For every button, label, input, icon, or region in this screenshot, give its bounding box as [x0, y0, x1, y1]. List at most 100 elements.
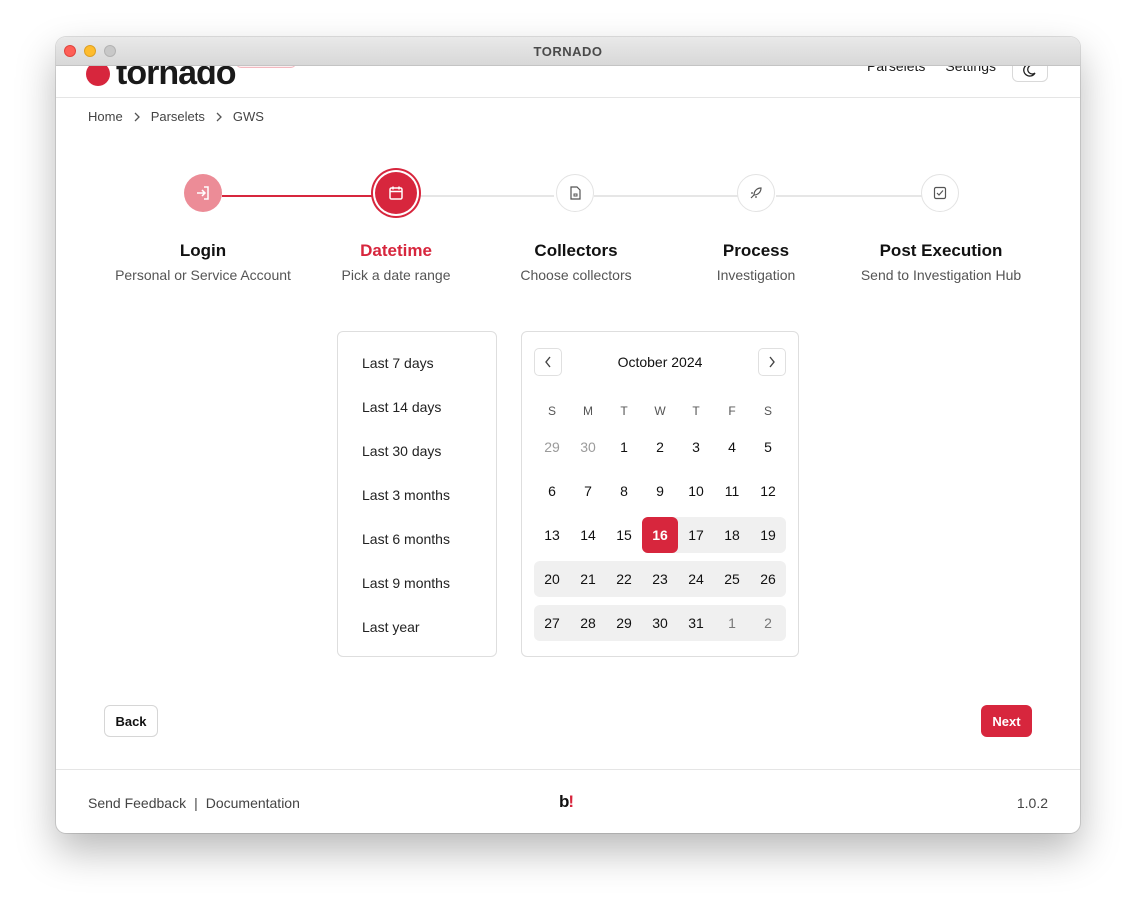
login-icon — [197, 186, 209, 200]
footer-logo-letter: b — [559, 792, 569, 811]
next-button[interactable]: Next — [981, 705, 1032, 737]
calendar-day[interactable]: 17 — [678, 517, 714, 553]
calendar-day[interactable]: 7 — [570, 473, 606, 509]
step-login-indicator[interactable] — [184, 174, 222, 212]
tornado-logo[interactable]: tornado — [86, 66, 237, 93]
calendar-day[interactable]: 25 — [714, 561, 750, 597]
step-collectors-indicator[interactable] — [556, 174, 594, 212]
logo-text: tornado — [116, 66, 237, 92]
calendar-day[interactable]: 21 — [570, 561, 606, 597]
step-title: Login — [179, 241, 227, 260]
calendar-day[interactable]: 15 — [606, 517, 642, 553]
calendar-icon — [389, 186, 403, 200]
calendar-day[interactable]: 12 — [750, 473, 786, 509]
calendar-day[interactable]: 14 — [570, 517, 606, 553]
app-version: 1.0.2 — [1016, 795, 1048, 811]
weekday-header: S M T W T F S — [534, 404, 786, 418]
breadcrumb-gws[interactable]: GWS — [233, 109, 264, 124]
preset-last-30-days[interactable]: Last 30 days — [362, 443, 441, 459]
calendar-day[interactable]: 2 — [642, 429, 678, 465]
calendar-day[interactable]: 10 — [678, 473, 714, 509]
calendar-week: 27 28 29 30 31 1 2 — [534, 605, 786, 641]
preset-last-14-days[interactable]: Last 14 days — [362, 399, 441, 415]
step-login: Login Personal or Service Account — [93, 241, 313, 283]
weekday-label: T — [692, 404, 700, 418]
documentation-link[interactable]: Documentation — [206, 795, 300, 811]
calendar-day[interactable]: 1 — [606, 429, 642, 465]
calendar-day[interactable]: 30 — [642, 605, 678, 641]
nav-parselets[interactable]: Parselets — [867, 66, 925, 74]
step-subtitle: Send to Investigation Hub — [860, 267, 1022, 283]
date-range-presets: Last 7 days Last 14 days Last 30 days La… — [337, 331, 497, 657]
title-bar: TORNADO — [56, 37, 1080, 66]
calendar-day[interactable]: 1 — [714, 605, 750, 641]
weekday-label: W — [654, 404, 666, 418]
app-window: TORNADO tornado Parselets Settings Home … — [56, 37, 1080, 833]
calendar-week: 6 7 8 9 10 11 12 — [534, 473, 786, 509]
step-process-indicator[interactable] — [737, 174, 775, 212]
chevron-right-icon — [133, 112, 141, 122]
weekday-label: F — [728, 404, 736, 418]
calendar-day[interactable]: 6 — [534, 473, 570, 509]
calendar-day[interactable]: 29 — [534, 429, 570, 465]
calendar-day[interactable]: 11 — [714, 473, 750, 509]
next-month-button[interactable] — [758, 348, 786, 376]
breadcrumb-parselets[interactable]: Parselets — [151, 109, 205, 124]
weekday-label: S — [547, 404, 556, 418]
calendar-day[interactable]: 4 — [714, 429, 750, 465]
calendar-day[interactable]: 29 — [606, 605, 642, 641]
footer-logo-bang: ! — [568, 792, 574, 811]
step-datetime-indicator[interactable] — [375, 172, 417, 214]
step-connector — [222, 195, 376, 197]
logo-mark-icon — [86, 66, 110, 86]
step-post-execution-indicator[interactable] — [921, 174, 959, 212]
calendar-day[interactable]: 30 — [570, 429, 606, 465]
window-title: TORNADO — [533, 44, 603, 59]
weekday-label: S — [763, 404, 772, 418]
calendar-day[interactable]: 22 — [606, 561, 642, 597]
calendar-month-label: October 2024 — [617, 354, 703, 370]
check-square-icon — [933, 186, 947, 200]
calendar-day[interactable]: 18 — [714, 517, 750, 553]
weekday-label: M — [583, 404, 593, 418]
file-icon — [570, 186, 581, 200]
preset-last-year[interactable]: Last year — [362, 619, 420, 635]
calendar-day[interactable]: 23 — [642, 561, 678, 597]
theme-toggle-button[interactable] — [1012, 66, 1048, 82]
nav-links: Parselets Settings — [867, 66, 996, 74]
chevron-right-icon — [215, 112, 223, 122]
nav-settings[interactable]: Settings — [945, 66, 996, 74]
calendar-day[interactable]: 26 — [750, 561, 786, 597]
preset-last-9-months[interactable]: Last 9 months — [362, 575, 450, 591]
calendar-day[interactable]: 31 — [678, 605, 714, 641]
footer-links: Send Feedback | Documentation — [88, 795, 300, 811]
calendar-day[interactable]: 19 — [750, 517, 786, 553]
back-button[interactable]: Back — [104, 705, 158, 737]
preset-last-3-months[interactable]: Last 3 months — [362, 487, 450, 503]
calendar-day[interactable]: 27 — [534, 605, 570, 641]
step-post-execution: Post Execution Send to Investigation Hub — [831, 241, 1051, 283]
calendar-day[interactable]: 5 — [750, 429, 786, 465]
calendar-day[interactable]: 24 — [678, 561, 714, 597]
calendar-day[interactable]: 2 — [750, 605, 786, 641]
calendar-day[interactable]: 28 — [570, 605, 606, 641]
moon-icon — [1023, 66, 1036, 77]
calendar-day[interactable]: 9 — [642, 473, 678, 509]
footer: Send Feedback | Documentation b! 1.0.2 — [56, 769, 1080, 833]
calendar-week: 20 21 22 23 24 25 26 — [534, 561, 786, 597]
date-picker-calendar: October 2024 S M T W T F S 29 30 1 2 3 4… — [521, 331, 799, 657]
calendar-day-selected[interactable]: 16 — [642, 517, 678, 553]
breadcrumb-home[interactable]: Home — [88, 109, 123, 124]
breadcrumb: Home Parselets GWS — [88, 109, 264, 124]
calendar-day[interactable]: 8 — [606, 473, 642, 509]
calendar-day[interactable]: 3 — [678, 429, 714, 465]
preset-last-7-days[interactable]: Last 7 days — [362, 355, 434, 371]
step-connector — [594, 195, 738, 197]
send-feedback-link[interactable]: Send Feedback — [88, 795, 186, 811]
step-title: Post Execution — [879, 241, 1003, 260]
wizard-stepper: Login Personal or Service Account Dateti… — [56, 172, 1080, 292]
preset-last-6-months[interactable]: Last 6 months — [362, 531, 450, 547]
calendar-day[interactable]: 20 — [534, 561, 570, 597]
step-subtitle: Personal or Service Account — [115, 267, 291, 283]
calendar-day[interactable]: 13 — [534, 517, 570, 553]
